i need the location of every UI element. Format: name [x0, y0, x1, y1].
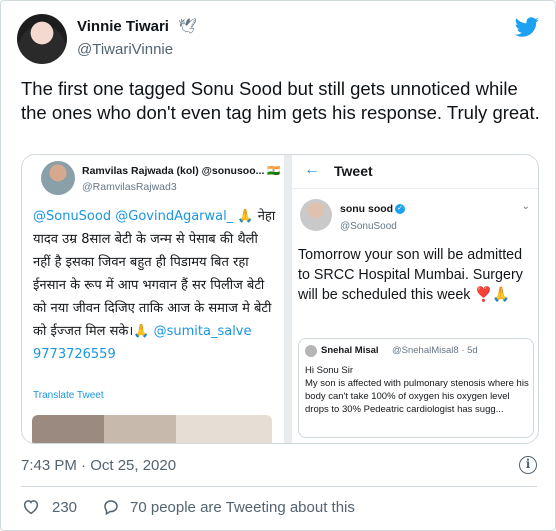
sonusood-reply-body: Tomorrow your son will be admitted to SR…	[298, 247, 523, 303]
screenshot-right-tweet: ← Tweet sonu sood ✓ @SonuSood ⌄ Tomorrow …	[292, 155, 538, 443]
sonusood-avatar	[300, 199, 332, 231]
panel-divider	[284, 155, 292, 443]
ramvilas-photo-thumbnail	[32, 415, 272, 443]
snehal-quote-body: Hi Sonu Sir My son is affected with pulm…	[305, 365, 529, 415]
quoted-tweet: Snehal Misal @SnehalMisal8 · 5d Hi Sonu …	[298, 338, 534, 438]
sonusood-handle: @SonuSood	[340, 221, 397, 232]
folded-hands-emoji-2: 🙏	[133, 324, 150, 339]
screenshot-left-tweet: Ramvilas Rajwada (kol) @sonusoo... 🇮🇳 @R…	[22, 155, 284, 443]
author-display-name[interactable]: Vinnie Tiwari	[77, 18, 169, 35]
ramvilas-hindi-text: नेहा यादव उम्र 8साल बेटी के जन्म से पेसा…	[33, 209, 276, 339]
ramvilas-name: Ramvilas Rajwada (kol) @sonusoo... 🇮🇳	[82, 165, 281, 177]
tweet-timestamp[interactable]: 7:43 PM · Oct 25, 2020	[21, 457, 176, 474]
tweet-media-image[interactable]: Ramvilas Rajwada (kol) @sonusoo... 🇮🇳 @R…	[21, 154, 539, 444]
divider-line	[21, 486, 537, 487]
folded-hands-emoji: 🙏	[237, 209, 254, 224]
mention-govindagarwal: @GovindAgarwal_	[115, 209, 234, 224]
ramvilas-tweet-body: @SonuSood @GovindAgarwal_ 🙏 नेहा यादव उम…	[33, 205, 278, 366]
back-arrow-icon: ←	[304, 161, 320, 178]
author-avatar[interactable]	[17, 14, 67, 64]
sonusood-name: sonu sood ✓	[340, 203, 406, 215]
heart-icon[interactable]	[21, 498, 41, 516]
chevron-down-icon: ⌄	[521, 201, 530, 212]
mention-sonusood: @SonuSood	[33, 209, 112, 224]
speech-bubble-icon[interactable]	[101, 498, 121, 516]
heart-pray-emoji: ❣️🙏	[474, 287, 511, 303]
ramvilas-avatar	[41, 161, 75, 195]
info-icon[interactable]: i	[519, 456, 537, 474]
snehal-handle-time: @SnehalMisal8 · 5d	[392, 345, 478, 356]
snehal-name: Snehal Misal	[321, 345, 379, 356]
mention-sumita-salve: @sumita_salve	[153, 324, 252, 339]
people-tweeting-link[interactable]: 70 people are Tweeting about this	[130, 499, 355, 516]
bird-icon[interactable]	[515, 15, 539, 39]
snehal-avatar	[305, 345, 317, 357]
tweet-text: The first one tagged Sonu Sood but still…	[21, 78, 540, 123]
author-handle[interactable]: @TiwariVinnie	[77, 41, 173, 58]
phone-number: 9773726559	[33, 347, 116, 362]
ramvilas-handle: @RamvilasRajwad3	[82, 181, 177, 193]
verified-badge-icon: ✓	[395, 204, 406, 215]
like-count[interactable]: 230	[52, 499, 77, 516]
dove-emoji: 🕊	[178, 18, 198, 35]
translate-tweet-link: Translate Tweet	[33, 390, 104, 401]
tweet-card: Vinnie Tiwari 🕊 @TiwariVinnie The first …	[0, 0, 556, 531]
tweet-header-bar: ← Tweet	[292, 155, 538, 189]
tweet-header-title: Tweet	[334, 163, 373, 179]
